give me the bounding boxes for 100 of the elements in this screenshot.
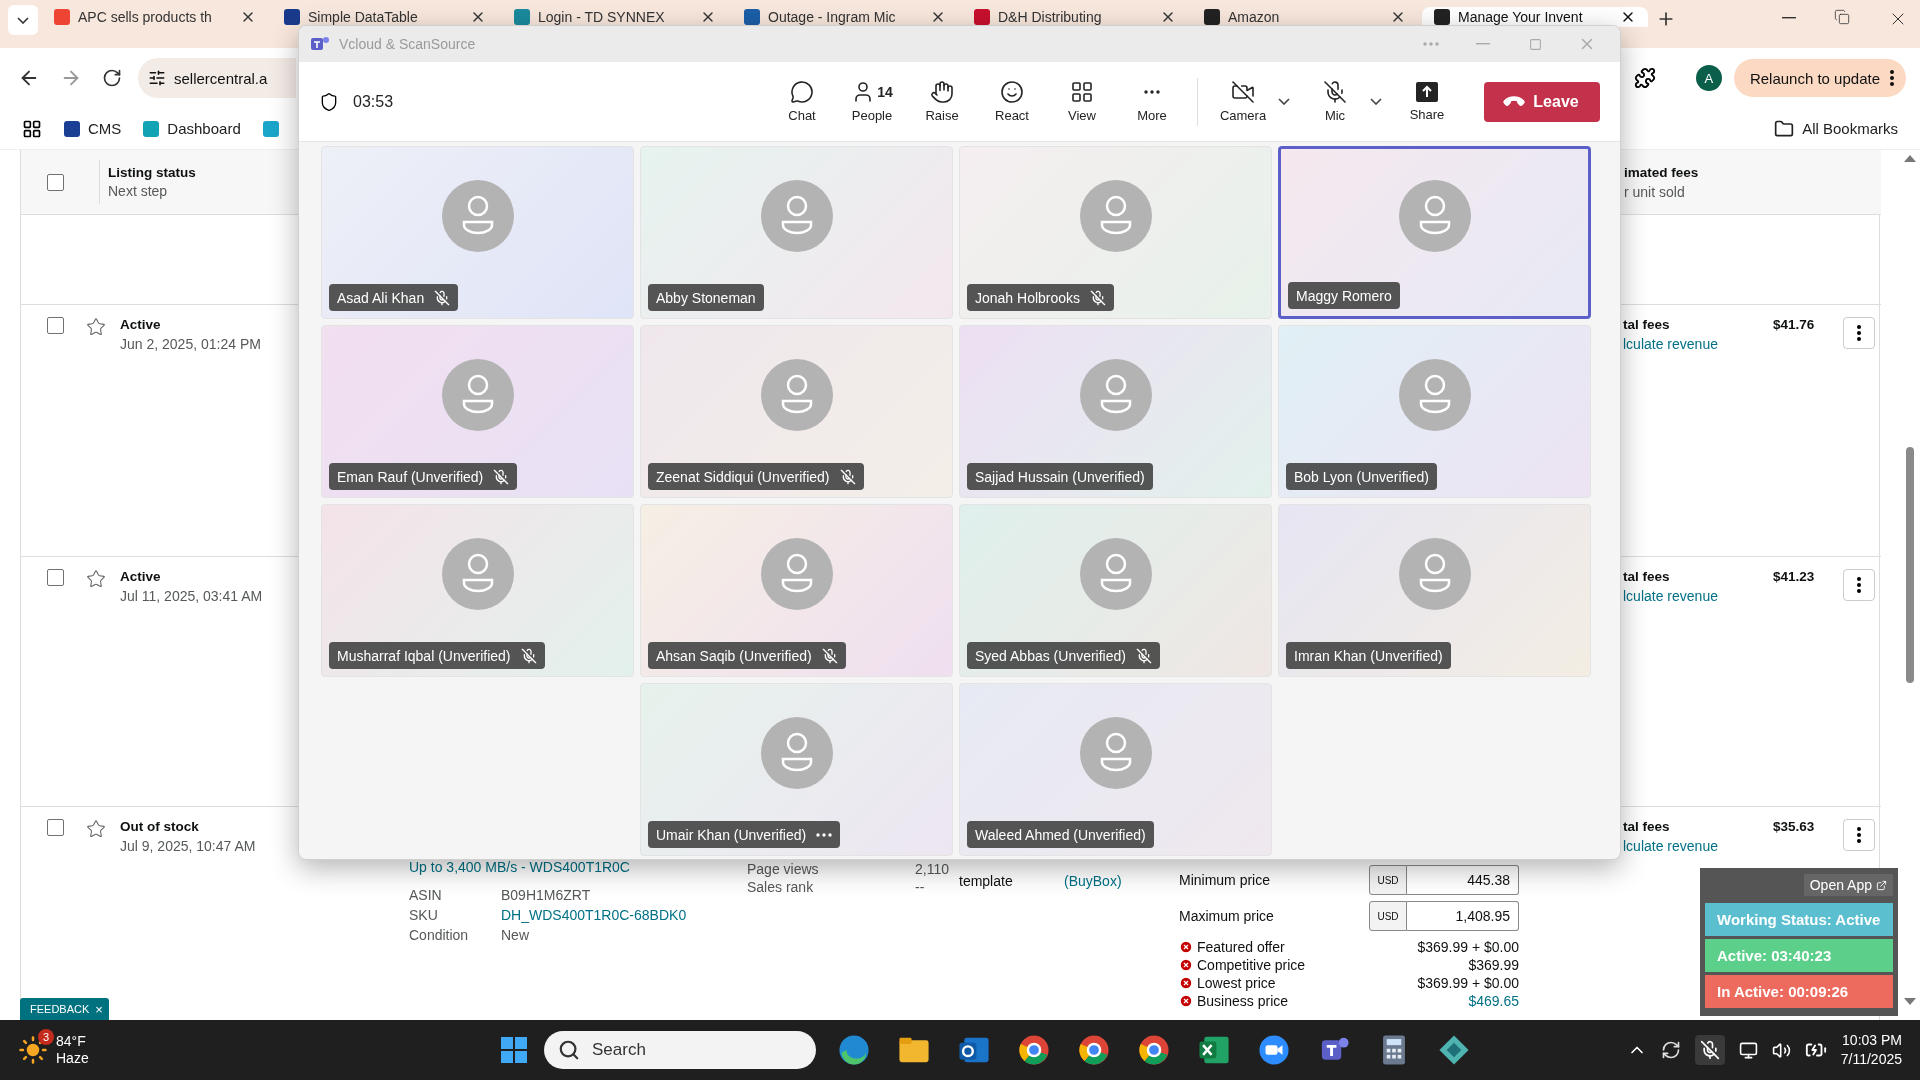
more-icon (1857, 827, 1861, 843)
row-menu-button[interactable] (1843, 569, 1875, 601)
share-button[interactable]: Share (1392, 81, 1462, 122)
more-icon (1857, 577, 1861, 593)
participant-name: Jonah Holbrooks (975, 289, 1081, 306)
star-icon[interactable] (86, 317, 106, 337)
browser-tab[interactable]: Login - TD SYNNEX (502, 7, 728, 27)
mic-button[interactable]: Mic (1300, 80, 1370, 123)
browser-icon[interactable] (1017, 1033, 1051, 1067)
profile-avatar[interactable]: A (1695, 65, 1722, 91)
people-button[interactable]: 14 People (837, 80, 907, 123)
close-icon[interactable]: × (95, 1001, 103, 1017)
participant-tile[interactable]: Musharraf Iqbal (Unverified) (321, 504, 634, 677)
price-input[interactable]: 1,408.95 (1407, 901, 1519, 931)
browser-icon[interactable] (1077, 1033, 1111, 1067)
diamond-icon[interactable] (1437, 1033, 1471, 1067)
react-button[interactable]: React (977, 80, 1047, 123)
extensions-icon[interactable] (1633, 67, 1656, 89)
participant-tile[interactable]: Sajjad Hussain (Unverified) (959, 325, 1272, 498)
price-check-value: $369.99 (1468, 957, 1519, 973)
more-button[interactable]: More (1117, 80, 1187, 123)
volume-icon[interactable] (1771, 1040, 1791, 1060)
avatar-icon (1079, 537, 1152, 610)
star-icon[interactable] (86, 569, 106, 589)
leave-button[interactable]: Leave (1484, 81, 1600, 122)
participant-tile[interactable]: Waleed Ahmed (Unverified) (959, 683, 1272, 856)
row-menu-button[interactable] (1843, 317, 1875, 349)
browser-tab[interactable]: Amazon (1192, 7, 1418, 27)
avatar-icon (1079, 716, 1152, 789)
calculate-revenue-link[interactable]: lculate revenue (1623, 588, 1773, 604)
site-info-icon[interactable] (148, 69, 166, 87)
participant-tile[interactable]: Syed Abbas (Unverified) (959, 504, 1272, 677)
relaunch-button[interactable]: Relaunch to update (1733, 59, 1906, 97)
weather-icon[interactable] (18, 1035, 48, 1065)
camera-button[interactable]: Camera (1208, 80, 1278, 123)
participant-name: Waleed Ahmed (Unverified) (975, 826, 1146, 843)
participant-tile[interactable]: Asad Ali Khan (321, 146, 634, 319)
url-text: sellercentral.a (174, 69, 268, 87)
participant-tile[interactable]: Umair Khan (Unverified) (640, 683, 953, 856)
row-checkbox[interactable] (47, 569, 64, 586)
bookmark-icon[interactable] (262, 120, 279, 137)
row-checkbox[interactable] (47, 317, 64, 334)
mic-muted-indicator[interactable] (1694, 1035, 1725, 1065)
feedback-button[interactable]: FEEDBACK × (20, 998, 109, 1020)
calculate-revenue-link[interactable]: lculate revenue (1623, 336, 1773, 352)
product-title-link[interactable]: Up to 3,400 MB/s - WDS400T1R0C (409, 859, 729, 875)
field-label: Condition (409, 927, 470, 943)
row-menu-button[interactable] (1843, 819, 1875, 851)
view-button[interactable]: View (1047, 80, 1117, 123)
search-field[interactable]: Search (544, 1031, 816, 1069)
smile-icon (1000, 80, 1024, 104)
hand-icon (930, 80, 954, 104)
calculate-revenue-link[interactable]: lculate revenue (1623, 838, 1773, 854)
participant-tile[interactable]: Maggy Romero (1278, 146, 1591, 319)
browser-icon[interactable] (1137, 1033, 1171, 1067)
sync-icon[interactable] (1660, 1040, 1681, 1060)
clock[interactable]: 10:03 PM 7/11/2025 (1840, 1031, 1902, 1069)
participant-tile[interactable]: Bob Lyon (Unverified) (1278, 325, 1591, 498)
window-title: Vcloud & ScanSource (339, 36, 476, 52)
bookmark[interactable]: CMS (64, 120, 122, 137)
avatar-icon (441, 179, 514, 252)
participant-tile[interactable]: Eman Rauf (Unverified) (321, 325, 634, 498)
status-bar: In Active: 00:09:26 (1705, 975, 1893, 1008)
browser-tab[interactable]: APC sells products th (42, 7, 268, 27)
video-call-icon[interactable] (1257, 1033, 1291, 1067)
bookmark[interactable]: Dashboard (143, 120, 241, 137)
browser-tab[interactable]: D&H Distributing (962, 7, 1188, 27)
buybox-link[interactable]: (BuyBox) (1064, 859, 1179, 889)
favicon-icon (974, 9, 990, 25)
browser-tab[interactable]: Simple DataTable (272, 7, 498, 27)
field-link[interactable]: DH_WDS400T1R0C-68BDK0 (501, 907, 729, 923)
browser-icon[interactable] (837, 1033, 871, 1067)
price-check-value: $369.99 + $0.00 (1417, 975, 1519, 991)
tab-list-button[interactable] (8, 5, 38, 35)
star-icon[interactable] (86, 819, 106, 839)
chat-button[interactable]: Chat (767, 80, 837, 123)
all-bookmarks-link[interactable]: All Bookmarks (1774, 118, 1898, 139)
raise-button[interactable]: Raise (907, 80, 977, 123)
fees-amount: $41.76 (1773, 317, 1816, 332)
more-icon[interactable] (816, 832, 833, 837)
participant-tile[interactable]: Ahsan Saqib (Unverified) (640, 504, 953, 677)
start-icon[interactable] (500, 1036, 528, 1064)
participant-tile[interactable]: Jonah Holbrooks (959, 146, 1272, 319)
restore-icon (1834, 9, 1850, 25)
price-check-value[interactable]: $469.65 (1468, 993, 1519, 1009)
open-app-button[interactable]: Open App (1803, 874, 1893, 896)
address-bar[interactable]: sellercentral.a (138, 58, 296, 98)
select-all-checkbox[interactable] (47, 173, 64, 191)
browser-tab[interactable]: Outage - Ingram Mic (732, 7, 958, 27)
participant-tile[interactable]: Zeenat Siddiqui (Unverified) (640, 325, 953, 498)
price-input[interactable]: 445.38 (1407, 865, 1519, 895)
participant-tile[interactable]: Imran Khan (Unverified) (1278, 504, 1591, 677)
browser-tab[interactable]: Manage Your Invent (1422, 7, 1648, 27)
participant-tile[interactable]: Abby Stoneman (640, 146, 953, 319)
apps-icon[interactable] (22, 118, 42, 139)
avatar-icon (760, 358, 833, 431)
metric-label: Sales rank (747, 879, 815, 895)
column-header: imated fees (1624, 164, 1699, 180)
fees-amount: $41.23 (1773, 569, 1816, 584)
row-checkbox[interactable] (47, 819, 64, 836)
